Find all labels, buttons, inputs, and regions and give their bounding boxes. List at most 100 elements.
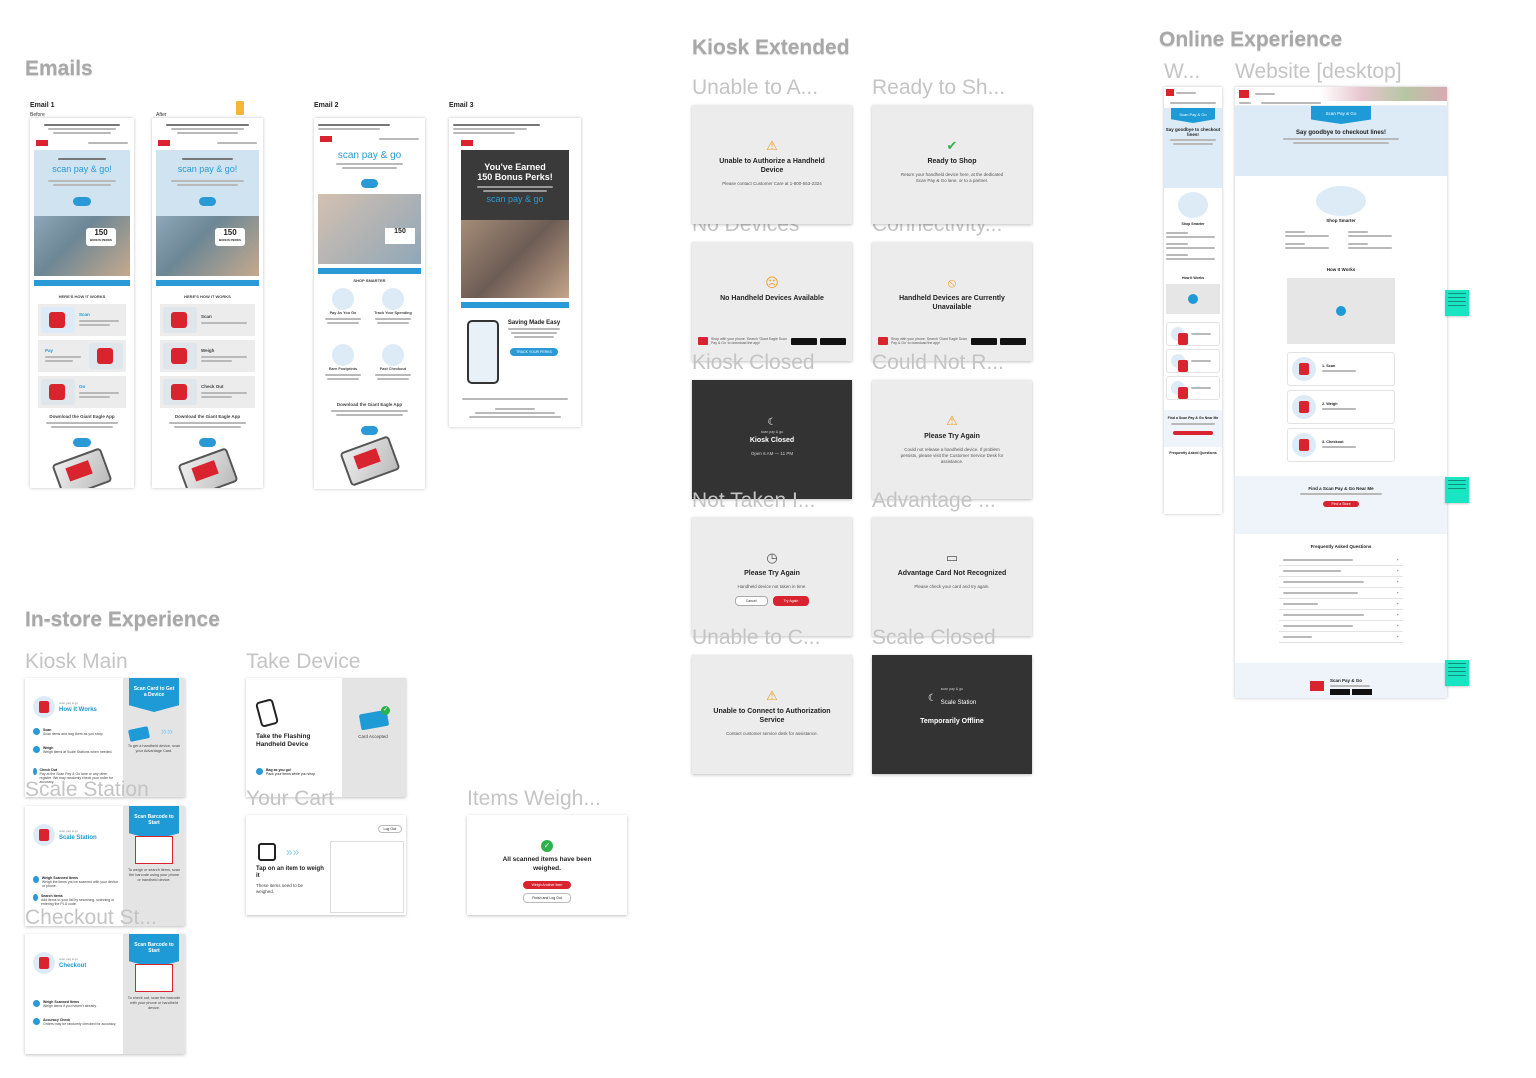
email2-frame[interactable]: scan pay & go 150 SHOP SMARTER Pay As Yo… xyxy=(314,118,425,489)
sticky-note[interactable] xyxy=(1445,290,1469,316)
barcode-scan-frame xyxy=(135,836,173,864)
email1-label: Email 1 xyxy=(30,102,55,109)
giant-eagle-logo xyxy=(158,140,170,146)
moon-icon: ☾ xyxy=(767,417,777,428)
try-again-button[interactable]: Try Again xyxy=(772,596,810,606)
frame-title: Scale Closed xyxy=(872,626,996,649)
faq-item[interactable]: + xyxy=(1279,610,1403,621)
kiosk-tile-no-devices[interactable]: ☹ No Handheld Devices Available Shop wit… xyxy=(692,242,852,361)
play-icon[interactable] xyxy=(1188,294,1198,304)
giant-eagle-logo xyxy=(1166,89,1174,96)
app-store-badge xyxy=(971,337,997,345)
items-weighed-frame[interactable]: ✓ All scanned items have been weighed. W… xyxy=(467,815,627,915)
frame-title: Kiosk Closed xyxy=(692,351,815,374)
faq-item[interactable]: + xyxy=(1279,632,1403,643)
warning-icon: ⚠ xyxy=(946,413,958,428)
frame-title: Scale Station xyxy=(25,778,149,801)
app-store-badge[interactable] xyxy=(1330,688,1350,695)
video-player[interactable] xyxy=(1287,278,1395,344)
sticky-note[interactable] xyxy=(1445,660,1469,686)
faq-item[interactable]: + xyxy=(1279,566,1403,577)
desktop-website-frame[interactable]: Scan Pay & Go Say goodbye to checkout li… xyxy=(1235,87,1447,698)
tile-title: No Handheld Devices Available xyxy=(720,295,824,302)
google-play-badge[interactable] xyxy=(1352,688,1372,695)
frame-title: Items Weigh... xyxy=(467,787,601,810)
kiosk-tile-kiosk-closed[interactable]: ☾ scan pay & go Kiosk Closed Open 6 AM —… xyxy=(692,380,852,499)
plus-icon[interactable]: + xyxy=(1397,569,1399,573)
plus-icon[interactable]: + xyxy=(1397,580,1399,584)
email2-label: Email 2 xyxy=(314,102,339,109)
log-out-button[interactable]: Log Out xyxy=(377,825,402,833)
tile-subtitle-small: scan pay & go xyxy=(940,687,963,691)
app-store-badge xyxy=(791,337,817,345)
how-step-card: 1. Scan xyxy=(1287,352,1395,386)
sticky-note[interactable] xyxy=(1445,477,1469,503)
no-entry-icon: ⦸ xyxy=(947,275,957,290)
faq-item[interactable]: + xyxy=(1279,577,1403,588)
plus-icon[interactable]: + xyxy=(1397,613,1399,617)
email-step-card: Scan xyxy=(38,304,126,336)
your-cart-frame[interactable]: »» Tap on an item to weigh it These item… xyxy=(246,815,406,915)
kiosk-tile-advantage-card[interactable]: ▭ Advantage Card Not Recognized Please c… xyxy=(872,517,1032,636)
faq-item[interactable]: + xyxy=(1279,599,1403,610)
mobile-website-frame[interactable]: Scan Pay & Go Say goodbye to checkout li… xyxy=(1164,87,1222,514)
play-icon[interactable] xyxy=(1336,306,1346,316)
frame-title: Kiosk Main xyxy=(25,650,128,673)
cart-list xyxy=(330,841,404,913)
video-player[interactable] xyxy=(1166,284,1220,314)
kiosk-tile-not-taken[interactable]: ◷ Please Try Again Handheld device not t… xyxy=(692,517,852,636)
tile-message: Shop with your phone. Search 'Giant Eagl… xyxy=(891,337,967,345)
plus-icon[interactable]: + xyxy=(1397,635,1399,639)
how-step-card: 3. Checkout xyxy=(1287,428,1395,462)
tile-message: Contact customer service desk for assist… xyxy=(726,731,818,736)
giant-eagle-logo xyxy=(1239,90,1249,98)
tile-subtitle: Scale Station xyxy=(940,700,977,706)
scan-pay-go-badge: Scan Pay & Go xyxy=(1171,108,1215,123)
kiosk-step: Scan Scan items and bag them as you shop. xyxy=(33,728,119,736)
kiosk-header: scan pay & go Checkout xyxy=(33,952,86,974)
hero-cta[interactable] xyxy=(198,197,217,206)
kiosk-step: Weigh Scanned Items Weigh items if you ha… xyxy=(33,1000,119,1008)
kiosk-tile-unable-connect[interactable]: ⚠ Unable to Connect to Authorization Ser… xyxy=(692,655,852,774)
find-store-button[interactable] xyxy=(1173,430,1213,435)
track-perks-button[interactable]: TRACK YOUR PERKS xyxy=(510,348,558,356)
frame-title: Your Cart xyxy=(246,787,334,810)
take-device-frame[interactable]: Take the Flashing Handheld Device Bag as… xyxy=(246,678,406,797)
faq-item[interactable]: + xyxy=(1279,588,1403,599)
plus-icon[interactable]: + xyxy=(1397,602,1399,606)
handheld-device-icon xyxy=(254,698,280,728)
plus-icon[interactable]: + xyxy=(1397,591,1399,595)
bag-as-you-go: Bag as you go! Pack your items while you … xyxy=(256,768,316,776)
email1-after-frame[interactable]: scan pay & go! 150 BONUS PERKS HERE'S HOW… xyxy=(152,118,263,488)
tile-message: Return your handheld device here, at the… xyxy=(900,172,1004,183)
online-section-title: Online Experience xyxy=(1159,28,1343,51)
kiosk-tile-could-not-release[interactable]: ⚠ Please Try Again Could not release a h… xyxy=(872,380,1032,499)
comment-marker-icon[interactable] xyxy=(236,101,244,115)
checkout-station-frame[interactable]: Scan Barcode to Start To check out, scan… xyxy=(25,934,185,1054)
tile-title: Please Try Again xyxy=(744,570,800,577)
warning-icon: ⚠ xyxy=(766,688,778,703)
plus-icon[interactable]: + xyxy=(1397,558,1399,562)
tile-message: Open 6 AM — 11 PM xyxy=(750,451,794,456)
email1-before-frame[interactable]: scan pay & go! 150 BONUS PERKS HERE'S HOW… xyxy=(30,118,134,488)
download-app-heading: Download the Giant Eagle App xyxy=(174,414,241,419)
cancel-button[interactable]: Cancel xyxy=(734,596,768,606)
weigh-another-button[interactable]: Weigh Another Item xyxy=(523,881,571,889)
find-store-heading: Find a Scan Pay & Go Near Me xyxy=(1167,416,1219,420)
email3-frame[interactable]: You've Earned 150 Bonus Perks! scan pay … xyxy=(449,118,581,427)
find-store-button[interactable]: Find a Store xyxy=(1323,501,1359,507)
check-icon: ✓ xyxy=(381,706,390,715)
scale-icon xyxy=(33,824,55,846)
faq-item[interactable]: + xyxy=(1279,621,1403,632)
hero-cta[interactable] xyxy=(73,197,91,206)
faq-item[interactable]: + xyxy=(1279,555,1403,566)
kiosk-tile-connectivity[interactable]: ⦸ Handheld Devices are Currently Unavail… xyxy=(872,242,1032,361)
kiosk-tile-ready-to-shop[interactable]: ✔ Ready to Shop Return your handheld dev… xyxy=(872,105,1032,224)
frame-title: Website [desktop] xyxy=(1235,60,1402,83)
google-play-badge xyxy=(820,337,846,345)
finish-log-out-button[interactable]: Finish and Log Out xyxy=(523,893,571,903)
kiosk-tile-unable-authorize[interactable]: ⚠ Unable to Authorize a Handheld Device … xyxy=(692,105,852,224)
kiosk-tile-scale-closed[interactable]: ☾ scan pay & go Scale Station Temporarily… xyxy=(872,655,1032,774)
tile-title: Please Try Again xyxy=(924,433,980,440)
plus-icon[interactable]: + xyxy=(1397,624,1399,628)
